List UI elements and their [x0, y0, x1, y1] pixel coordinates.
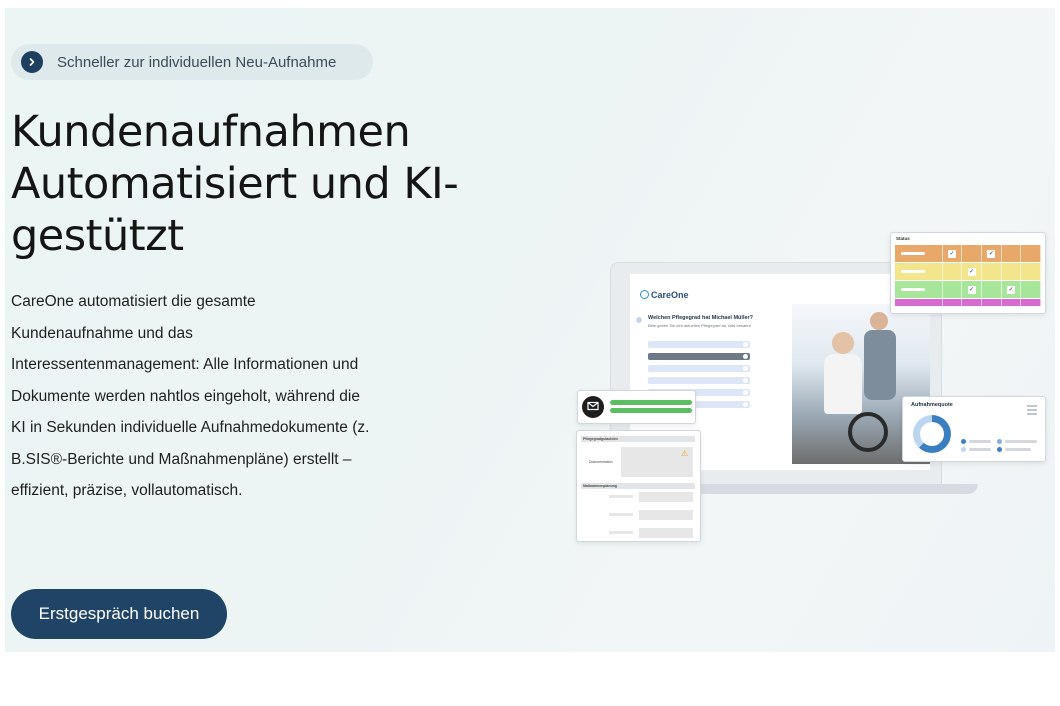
envelope-icon [582, 396, 604, 418]
warning-icon: ⚠ [681, 449, 689, 458]
logo-text: CareOne [651, 290, 689, 300]
status-cell [1002, 263, 1022, 280]
doc-line [609, 513, 633, 516]
admission-rate-card: Aufnahmequote [902, 396, 1046, 462]
doc-line [609, 531, 633, 534]
doc-section-title: Maßnahmenplanung [583, 484, 618, 488]
checkmark-icon: ✓ [967, 267, 976, 276]
doc-section-title: Pflegegradgutachten [583, 437, 618, 441]
photo-figure [870, 312, 888, 330]
checkmark-icon: ✓ [1007, 285, 1016, 294]
status-cell [943, 281, 963, 298]
status-cell [1021, 299, 1042, 306]
legend-bar [969, 440, 991, 443]
checkmark-icon: ✓ [948, 249, 956, 258]
status-cell [982, 263, 1002, 280]
document-card: Pflegegradgutachten Dokumentation ⚠ Maßn… [576, 430, 701, 542]
status-cell [1002, 245, 1022, 262]
photo-figure [832, 332, 854, 354]
checkmark-icon: ✓ [967, 285, 976, 294]
status-grid: ✓ ✓ ✓ ✓ ✓ [895, 245, 1042, 309]
doc-field [639, 492, 693, 502]
status-card-title: Status [896, 236, 910, 241]
donut-chart [913, 415, 951, 453]
status-cell: ✓ [943, 245, 963, 262]
question-title: Welchen Pflegegrad hat Michael Müller? [648, 315, 754, 321]
status-cell [962, 245, 983, 262]
status-cell [1021, 281, 1042, 298]
status-cell [982, 281, 1002, 298]
checkmark-icon: ✓ [987, 249, 996, 258]
careone-logo: CareOne [640, 290, 689, 300]
status-cell [1021, 245, 1042, 262]
status-cell: ✓ [962, 263, 983, 280]
status-row: ✓ ✓ [895, 281, 1042, 298]
status-cell [982, 299, 1002, 306]
answer-option [648, 365, 750, 372]
book-consultation-button[interactable]: Erstgespräch buchen [11, 589, 227, 639]
email-line [610, 408, 692, 413]
legend-bar [969, 448, 991, 451]
announcement-text: Schneller zur individuellen Neu-Aufnahme [57, 53, 337, 71]
answer-option [648, 341, 750, 348]
status-row: ✓ ✓ [895, 245, 1042, 262]
doc-field [639, 528, 693, 538]
careone-logo-icon [640, 290, 649, 299]
legend-dot [997, 447, 1002, 452]
legend-bar [1005, 440, 1037, 443]
answer-option-selected [648, 353, 750, 360]
legend-dot [961, 439, 966, 444]
answer-option [648, 377, 750, 384]
menu-icon [1027, 405, 1037, 417]
status-cell [895, 263, 943, 280]
email-card [577, 390, 696, 424]
legend-bar [1005, 448, 1031, 451]
question-dot [636, 317, 642, 323]
email-line [610, 400, 692, 405]
question-subtitle: Bitte geben Sie den aktuellen Pflegegrad… [648, 323, 751, 328]
doc-field-label: Dokumentation [589, 460, 613, 464]
status-cell [943, 299, 963, 306]
status-cell [943, 263, 963, 280]
legend-dot [997, 439, 1002, 444]
status-cell [1021, 263, 1042, 280]
announcement-pill[interactable]: Schneller zur individuellen Neu-Aufnahme [11, 44, 373, 80]
status-cell: ✓ [1002, 281, 1022, 298]
doc-field [639, 510, 693, 520]
status-cell: ✓ [982, 245, 1002, 262]
wheelchair-wheel [848, 412, 888, 452]
status-cell [962, 299, 983, 306]
photo-figure [864, 330, 896, 400]
hero-description: CareOne automatisiert die gesamte Kunden… [11, 293, 370, 499]
status-cell: ✓ [962, 281, 983, 298]
page-title: Kundenaufnahmen Automatisiert und KI-ges… [11, 107, 459, 261]
status-row [895, 299, 1042, 309]
status-cell [895, 281, 943, 298]
photo-figure [824, 354, 862, 414]
status-cell [895, 245, 943, 262]
status-row: ✓ [895, 263, 1042, 280]
status-card: Status ✓ ✓ ✓ ✓ ✓ [890, 232, 1046, 314]
legend-dot [961, 447, 966, 452]
chevron-right-icon [21, 51, 43, 73]
doc-line [609, 495, 633, 498]
status-cell [1002, 299, 1022, 306]
admission-rate-title: Aufnahmequote [911, 402, 953, 408]
status-cell [895, 299, 943, 309]
